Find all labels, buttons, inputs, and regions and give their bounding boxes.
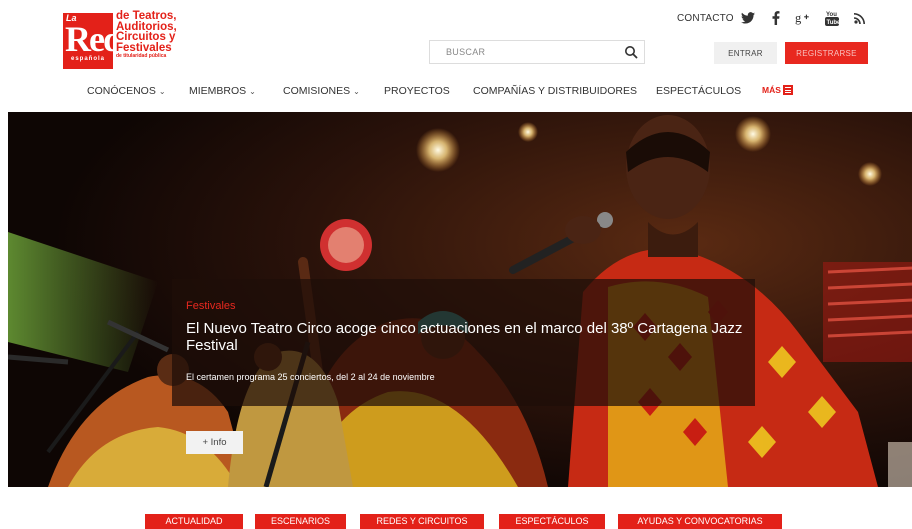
twitter-icon[interactable] — [738, 8, 758, 28]
register-button[interactable]: REGISTRARSE — [785, 42, 868, 64]
site-logo[interactable]: La Red española de Teatros, Auditorios, … — [63, 11, 183, 73]
login-button[interactable]: ENTRAR — [714, 42, 777, 64]
chevron-down-icon: ⌄ — [353, 86, 360, 96]
logo-line: de Teatros, — [116, 10, 177, 22]
logo-espanola: española — [70, 56, 105, 62]
logo-red-word: Red — [65, 19, 123, 59]
nav-item-conocenos[interactable]: CONÓCENOS ⌄ — [87, 85, 166, 97]
nav-item-label: COMISIONES — [283, 85, 351, 97]
nav-item-label: CONÓCENOS — [87, 85, 156, 97]
more-info-button[interactable]: + Info — [186, 431, 243, 454]
tab-espectaculos[interactable]: ESPECTÁCULOS — [499, 514, 605, 529]
menu-icon — [782, 85, 793, 95]
nav-item-comisiones[interactable]: COMISIONES ⌄ — [283, 85, 360, 97]
nav-item-miembros[interactable]: MIEMBROS ⌄ — [189, 85, 256, 97]
tab-escenarios[interactable]: ESCENARIOS — [255, 514, 346, 529]
tab-actualidad[interactable]: ACTUALIDAD — [145, 514, 243, 529]
hero-subtitle: El certamen programa 25 conciertos, del … — [186, 372, 435, 382]
search-icon[interactable] — [624, 45, 638, 59]
facebook-icon[interactable] — [766, 8, 786, 28]
tab-ayudas-y-convocatorias[interactable]: AYUDAS Y CONVOCATORIAS — [618, 514, 782, 529]
svg-text:g: g — [795, 11, 802, 25]
tab-redes-y-circuitos[interactable]: REDES Y CIRCUITOS — [360, 514, 484, 529]
hero-title[interactable]: El Nuevo Teatro Circo acoge cinco actuac… — [186, 320, 746, 354]
contacto-link[interactable]: CONTACTO — [677, 13, 734, 24]
logo-text: de Teatros, Auditorios, Circuitos y Fest… — [116, 11, 177, 59]
logo-line: Circuitos y — [116, 31, 176, 43]
main-nav: CONÓCENOS ⌄ MIEMBROS ⌄ COMISIONES ⌄ PROY… — [0, 85, 912, 103]
svg-text:Tube: Tube — [827, 20, 840, 26]
google-plus-icon[interactable]: g — [793, 8, 813, 28]
rss-icon[interactable] — [850, 8, 870, 28]
nav-item-proyectos[interactable]: PROYECTOS — [384, 85, 450, 97]
nav-more-label: MÁS — [762, 85, 781, 95]
section-tabs: ACTUALIDAD ESCENARIOS REDES Y CIRCUITOS … — [0, 514, 912, 529]
nav-item-companias[interactable]: COMPAÑÍAS Y DISTRIBUIDORES — [473, 85, 637, 97]
nav-item-espectaculos[interactable]: ESPECTÁCULOS — [656, 85, 741, 97]
nav-item-label: ESPECTÁCULOS — [656, 85, 742, 97]
chevron-down-icon: ⌄ — [158, 86, 166, 96]
nav-item-label: COMPAÑÍAS Y DISTRIBUIDORES — [473, 85, 637, 97]
chevron-down-icon: ⌄ — [249, 86, 256, 96]
nav-item-label: PROYECTOS — [384, 85, 450, 97]
nav-item-mas[interactable]: MÁS — [762, 85, 793, 95]
nav-item-label: MIEMBROS — [189, 85, 247, 97]
search-input[interactable] — [430, 41, 610, 63]
logo-tagline: de titularidad pública — [116, 53, 167, 59]
hero-category[interactable]: Festivales — [186, 300, 236, 312]
search-box — [429, 40, 645, 64]
logo-line: Festivales — [116, 41, 172, 54]
youtube-icon[interactable]: You Tube — [822, 8, 842, 28]
